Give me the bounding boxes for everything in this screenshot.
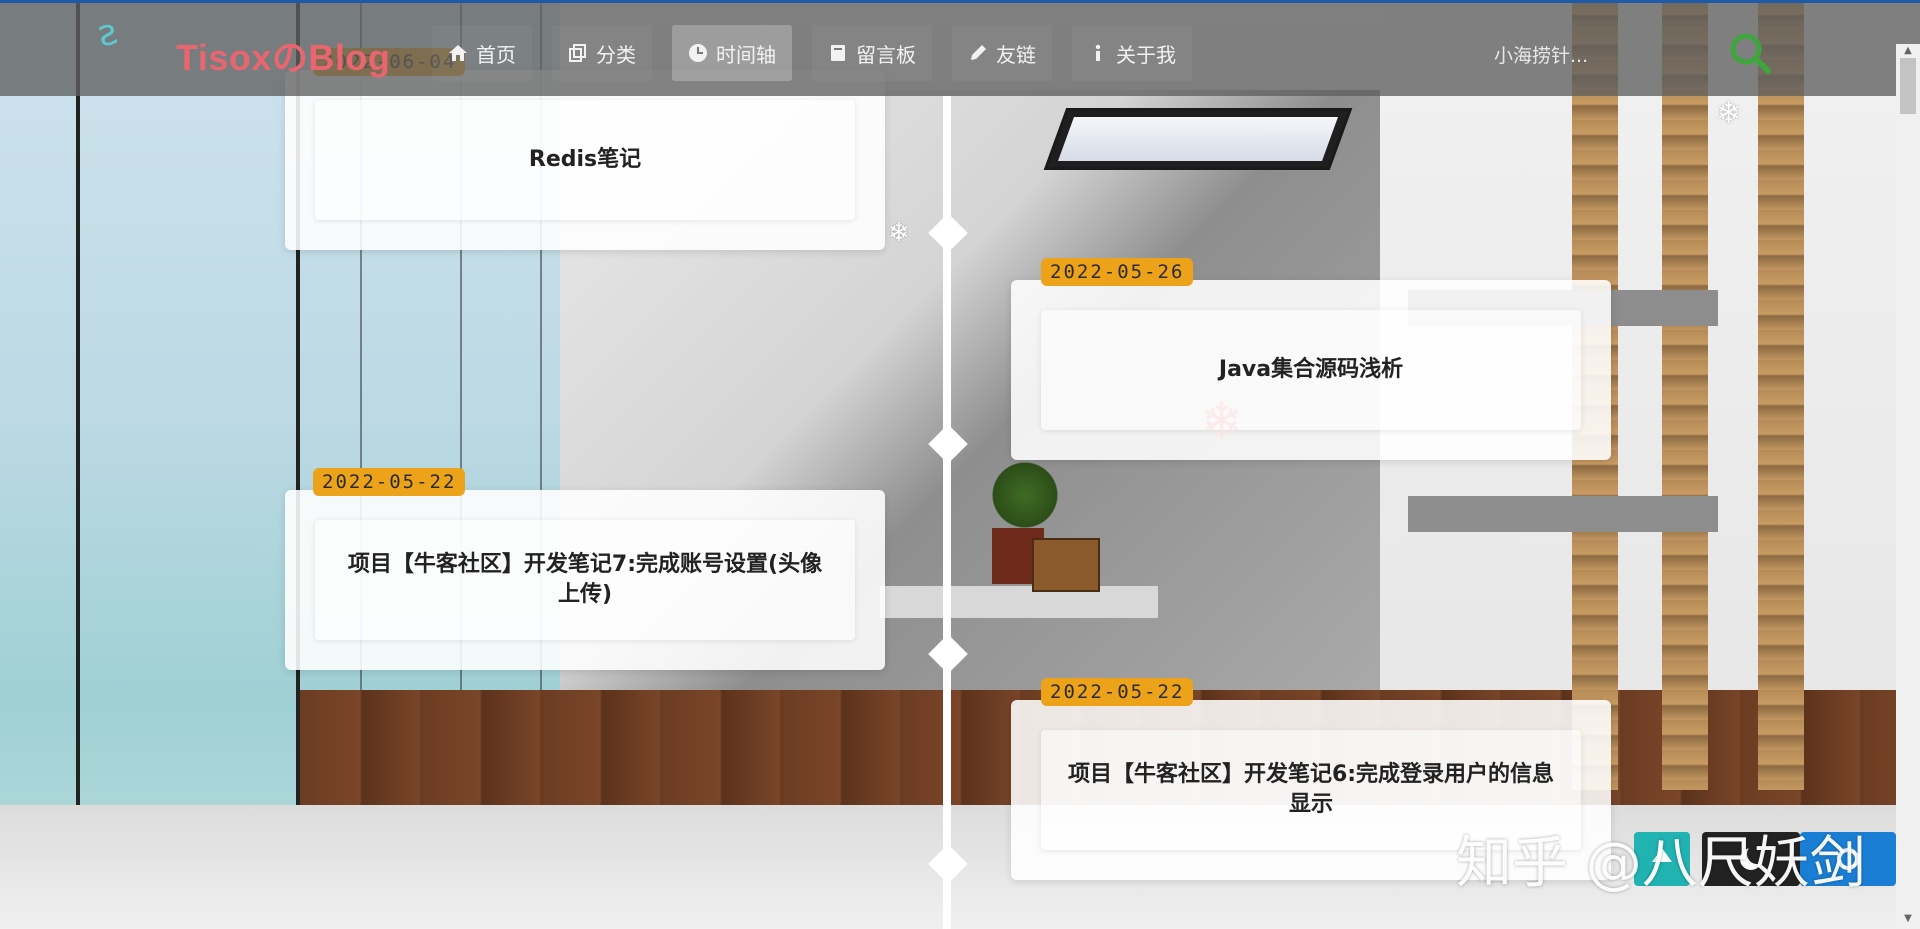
home-icon xyxy=(449,45,467,61)
nav-home-label: 首页 xyxy=(476,42,516,67)
wooden-chest xyxy=(1032,538,1100,592)
snowflake-icon: ❄ xyxy=(1716,96,1742,131)
timeline-card[interactable]: Java集合源码浅析 xyxy=(1011,280,1611,460)
zhihu-watermark: 知乎 @八尺妖剑 xyxy=(1456,831,1866,896)
book-icon xyxy=(831,45,845,61)
nav-guestbook-label: 留言板 xyxy=(856,42,916,67)
card-body: 项目【牛客社区】开发笔记7:完成账号设置(头像上传) xyxy=(315,520,855,640)
nav-timeline[interactable]: 时间轴 xyxy=(672,25,792,81)
scrollbar-thumb[interactable] xyxy=(1900,54,1916,114)
page-scrollbar[interactable] xyxy=(1896,44,1920,929)
nav-category[interactable]: 分类 xyxy=(552,25,652,81)
card-body: Redis笔记 xyxy=(315,100,855,220)
site-header: ƨ TisoxのBlog 首页 分类 时间轴 留言板 友链 关于我 小海捞针..… xyxy=(0,0,1920,96)
ceiling-lamp xyxy=(1043,108,1353,170)
card-body: Java集合源码浅析 xyxy=(1041,310,1581,430)
potted-plant xyxy=(985,460,1065,530)
window-frame xyxy=(76,0,80,929)
snowflake-icon: ❄ xyxy=(1200,392,1244,452)
nav-about-label: 关于我 xyxy=(1116,42,1176,67)
wooden-pillar xyxy=(1662,0,1708,790)
post-title[interactable]: 项目【牛客社区】开发笔记7:完成账号设置(头像上传) xyxy=(315,550,855,610)
nav-links[interactable]: 友链 xyxy=(952,25,1052,81)
search-placeholder[interactable]: 小海捞针... xyxy=(1494,41,1588,68)
date-badge: 2022-05-22 xyxy=(313,468,466,496)
site-brand[interactable]: TisoxのBlog xyxy=(176,29,390,81)
post-title[interactable]: Java集合源码浅析 xyxy=(1195,355,1427,385)
nav-links-label: 友链 xyxy=(996,42,1036,67)
floating-shelf xyxy=(880,586,1158,618)
wall-shelf xyxy=(1408,496,1718,532)
info-icon xyxy=(1095,44,1101,61)
nav-about[interactable]: 关于我 xyxy=(1072,25,1192,81)
nav-timeline-label: 时间轴 xyxy=(716,42,776,67)
post-title[interactable]: Redis笔记 xyxy=(505,145,665,175)
scroll-up-arrow-icon[interactable]: ▲ xyxy=(1896,44,1920,58)
timeline-card[interactable]: 项目【牛客社区】开发笔记7:完成账号设置(头像上传) xyxy=(285,490,885,670)
copy-icon xyxy=(569,44,586,62)
snowflake-icon: ❄ xyxy=(888,218,910,248)
nav-guestbook[interactable]: 留言板 xyxy=(812,25,932,81)
date-badge: 2022-05-22 xyxy=(1041,678,1194,706)
logo-icon[interactable]: ƨ xyxy=(93,11,122,55)
nav-category-label: 分类 xyxy=(596,42,636,67)
pencil-icon xyxy=(971,45,986,60)
main-nav: 首页 分类 时间轴 留言板 友链 关于我 xyxy=(432,25,1192,81)
timeline-card[interactable]: Redis笔记 xyxy=(285,70,885,250)
clock-icon xyxy=(689,44,707,62)
scroll-down-arrow-icon[interactable]: ▼ xyxy=(1896,912,1920,926)
nav-home[interactable]: 首页 xyxy=(432,25,532,81)
date-badge: 2022-05-26 xyxy=(1041,258,1194,286)
wooden-pillar xyxy=(1758,0,1804,790)
search-icon[interactable] xyxy=(1726,29,1774,77)
post-title[interactable]: 项目【牛客社区】开发笔记6:完成登录用户的信息显示 xyxy=(1041,760,1581,820)
